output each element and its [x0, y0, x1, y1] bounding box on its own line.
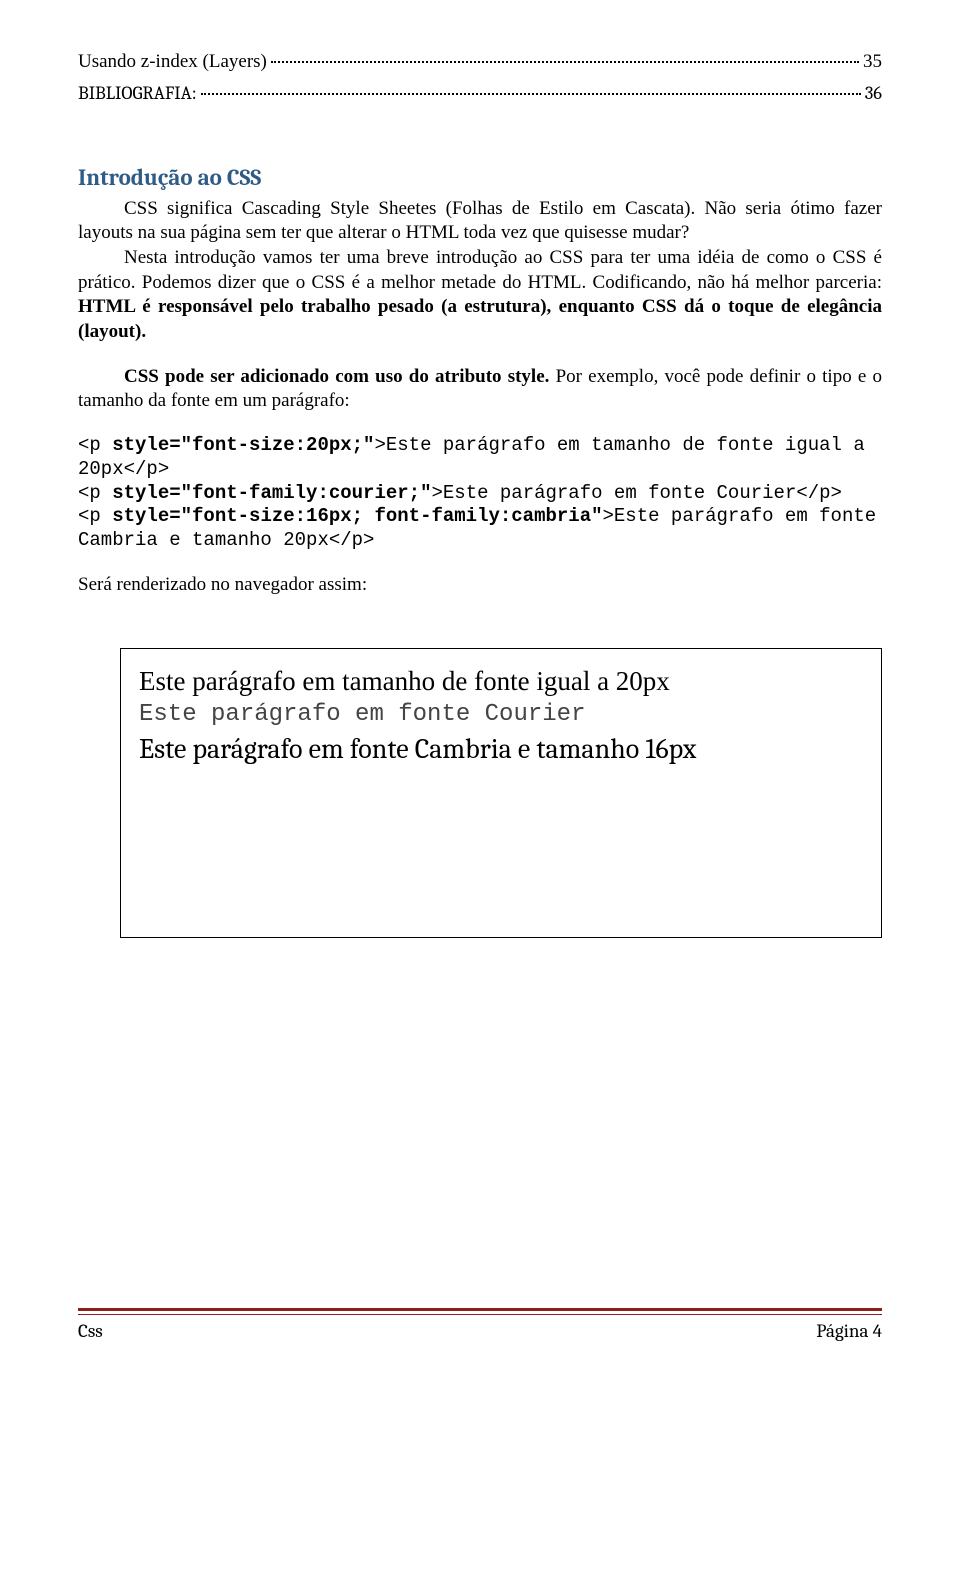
footer-rule	[78, 1308, 882, 1315]
code-line: <p style="font-size:16px; font-family:ca…	[78, 505, 882, 553]
code-line: <p style="font-family:courier;">Este par…	[78, 482, 882, 506]
code-text: <p	[78, 434, 112, 456]
code-text: <p	[78, 482, 112, 504]
footer-left: Css	[78, 1319, 103, 1344]
toc-entry-page: 35	[863, 50, 882, 75]
body-paragraph: CSS significa Cascading Style Sheetes (F…	[78, 197, 882, 246]
body-paragraph: CSS pode ser adicionado com uso do atrib…	[78, 365, 882, 414]
paragraph-bold: HTML é responsável pelo trabalho pesado …	[78, 296, 882, 342]
toc-entry: Usando z-index (Layers) 35	[78, 50, 882, 75]
paragraph-text: Nesta introdução vamos ter uma breve int…	[78, 247, 882, 293]
render-line: Este parágrafo em tamanho de fonte igual…	[139, 663, 863, 699]
code-bold: style="font-size:20px;"	[112, 434, 374, 456]
body-paragraph: Será renderizado no navegador assim:	[78, 573, 882, 598]
body-paragraph: Nesta introdução vamos ter uma breve int…	[78, 246, 882, 345]
footer-right: Página 4	[816, 1319, 882, 1344]
code-text: <p	[78, 505, 112, 527]
render-preview-box: Este parágrafo em tamanho de fonte igual…	[120, 648, 882, 938]
toc-dots	[201, 93, 861, 95]
code-line: <p style="font-size:20px;">Este parágraf…	[78, 434, 882, 482]
code-text: >Este parágrafo em fonte Courier</p>	[431, 482, 841, 504]
page-footer: Css Página 4	[78, 1308, 882, 1344]
render-line: Este parágrafo em fonte Courier	[139, 699, 863, 731]
toc-entry-label: Usando z-index (Layers)	[78, 50, 267, 75]
paragraph-bold: CSS pode ser adicionado com uso do atrib…	[124, 366, 556, 387]
toc-entry-label: BIBLIOGRAFIA:	[78, 81, 197, 105]
render-line: Este parágrafo em fonte Cambria e tamanh…	[139, 731, 863, 769]
code-bold: style="font-family:courier;"	[112, 482, 431, 504]
section-heading: Introdução ao CSS	[78, 163, 882, 193]
code-block: <p style="font-size:20px;" >Este parágraf…	[78, 434, 882, 553]
toc-entry-page: 36	[865, 81, 882, 105]
toc-entry: BIBLIOGRAFIA: 36	[78, 81, 882, 105]
toc-dots	[271, 61, 859, 63]
code-bold: style="font-size:16px; font-family:cambr…	[112, 505, 602, 527]
